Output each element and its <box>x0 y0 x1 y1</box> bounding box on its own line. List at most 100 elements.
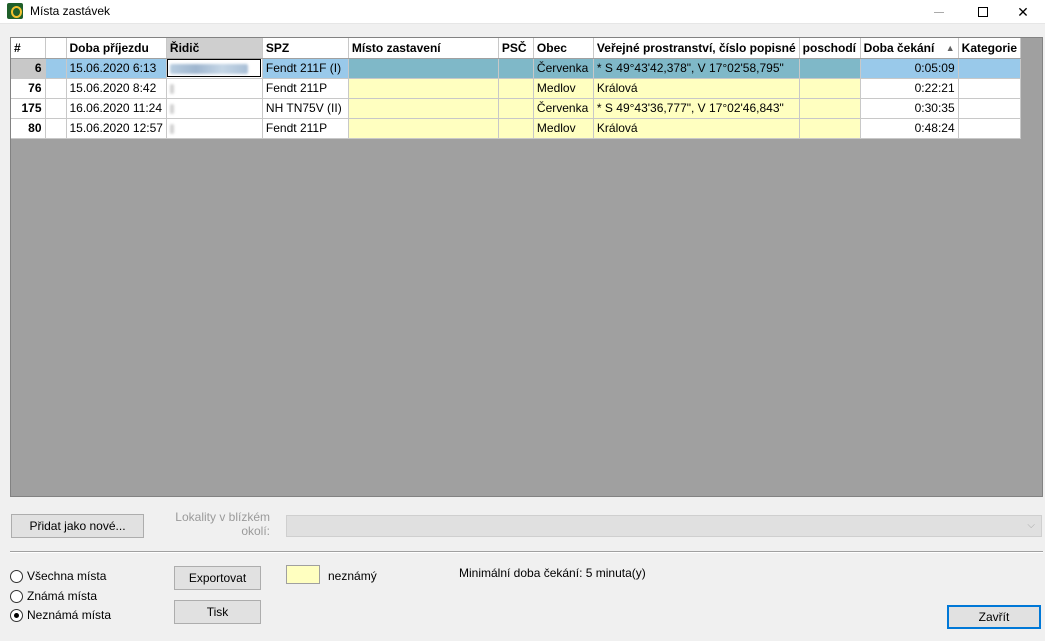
sort-ascending-icon: ▲ <box>945 42 955 53</box>
row-flag[interactable] <box>45 58 67 79</box>
floor-cell[interactable] <box>799 118 861 139</box>
driver-cell[interactable] <box>166 98 263 119</box>
public-space-cell[interactable]: Králová <box>593 78 800 99</box>
nearby-locations-label: Lokality v blízkém okolí: <box>175 510 270 538</box>
driver-cell[interactable] <box>166 78 263 99</box>
town-cell[interactable]: Medlov <box>533 118 594 139</box>
add-as-new-button[interactable]: Přidat jako nové... <box>11 514 144 538</box>
row-flag[interactable] <box>45 98 67 119</box>
nearby-locations-select[interactable]: ⌵ <box>286 515 1042 537</box>
col-header-no[interactable]: # <box>11 38 46 59</box>
category-cell[interactable] <box>958 78 1022 99</box>
table-row[interactable]: 80 15.06.2020 12:57 Fendt 211P Medlov Kr… <box>11 118 1022 139</box>
unknown-legend-label: neznámý <box>328 569 377 583</box>
radio-circle-checked <box>10 608 23 622</box>
col-header-spz[interactable]: SPZ <box>262 38 349 59</box>
floor-cell[interactable] <box>799 98 861 119</box>
minimize-button[interactable] <box>916 0 962 24</box>
place-cell[interactable] <box>348 58 499 79</box>
public-space-cell[interactable]: * S 49°43'36,777", V 17°02'46,843" <box>593 98 800 119</box>
category-cell[interactable] <box>958 58 1022 79</box>
col-header-place[interactable]: Místo zastavení <box>348 38 499 59</box>
table-row[interactable]: 6 15.06.2020 6:13 Fendt 211F (I) Červenk… <box>11 58 1022 79</box>
print-button[interactable]: Tisk <box>174 600 261 624</box>
redacted-driver-name <box>169 83 174 94</box>
chevron-down-icon: ⌵ <box>1027 520 1035 531</box>
header-row: # Doba příjezdu Řidič SPZ Místo zastaven… <box>11 38 1022 59</box>
place-cell[interactable] <box>348 78 499 99</box>
minimize-icon <box>934 11 944 13</box>
radio-circle <box>10 569 23 583</box>
separator <box>10 551 1043 553</box>
row-number: 76 <box>11 78 46 99</box>
place-cell[interactable] <box>348 118 499 139</box>
app-icon <box>7 3 23 19</box>
spz-cell[interactable]: Fendt 211P <box>262 78 349 99</box>
wait-cell[interactable]: 0:48:24 <box>860 118 959 139</box>
floor-cell[interactable] <box>799 58 861 79</box>
col-header-floor[interactable]: poschodí <box>799 38 861 59</box>
place-cell[interactable] <box>348 98 499 119</box>
col-header-psc[interactable]: PSČ <box>498 38 534 59</box>
unknown-color-swatch <box>286 565 320 584</box>
town-cell[interactable]: Červenka <box>533 58 594 79</box>
col-header-wait[interactable]: Doba čekání ▲ <box>860 38 959 59</box>
psc-cell[interactable] <box>498 98 534 119</box>
row-number: 80 <box>11 118 46 139</box>
table-row[interactable]: 175 16.06.2020 11:24 NH TN75V (II) Červe… <box>11 98 1022 119</box>
town-cell[interactable]: Medlov <box>533 78 594 99</box>
driver-cell[interactable] <box>166 118 263 139</box>
col-header-wait-label: Doba čekání <box>863 40 935 55</box>
stops-table: # Doba příjezdu Řidič SPZ Místo zastaven… <box>11 38 1022 139</box>
radio-all-places[interactable]: Všechna místa <box>10 569 106 583</box>
psc-cell[interactable] <box>498 58 534 79</box>
redacted-driver-name <box>169 63 248 74</box>
col-header-town[interactable]: Obec <box>533 38 594 59</box>
col-header-driver[interactable]: Řidič <box>166 38 263 59</box>
close-icon: ✕ <box>1017 3 1029 20</box>
wait-cell[interactable]: 0:30:35 <box>860 98 959 119</box>
close-button[interactable]: Zavřít <box>947 605 1041 629</box>
min-wait-text: Minimální doba čekání: 5 minuta(y) <box>459 566 646 580</box>
arrival-cell[interactable]: 16.06.2020 11:24 <box>66 98 167 119</box>
table-row[interactable]: 76 15.06.2020 8:42 Fendt 211P Medlov Krá… <box>11 78 1022 99</box>
spz-cell[interactable]: NH TN75V (II) <box>262 98 349 119</box>
col-header-category[interactable]: Kategorie <box>958 38 1022 59</box>
row-flag[interactable] <box>45 118 67 139</box>
arrival-cell[interactable]: 15.06.2020 8:42 <box>66 78 167 99</box>
wait-cell[interactable]: 0:05:09 <box>860 58 959 79</box>
arrival-cell[interactable]: 15.06.2020 6:13 <box>66 58 167 79</box>
public-space-cell[interactable]: * S 49°43'42,378", V 17°02'58,795" <box>593 58 800 79</box>
arrival-cell[interactable]: 15.06.2020 12:57 <box>66 118 167 139</box>
stops-grid[interactable]: # Doba příjezdu Řidič SPZ Místo zastaven… <box>10 37 1043 497</box>
psc-cell[interactable] <box>498 78 534 99</box>
category-cell[interactable] <box>958 98 1022 119</box>
row-number: 6 <box>11 58 46 79</box>
radio-known-places[interactable]: Známá místa <box>10 589 97 603</box>
psc-cell[interactable] <box>498 118 534 139</box>
floor-cell[interactable] <box>799 78 861 99</box>
row-flag[interactable] <box>45 78 67 99</box>
col-header-arrival[interactable]: Doba příjezdu <box>66 38 167 59</box>
town-cell[interactable]: Červenka <box>533 98 594 119</box>
driver-cell[interactable] <box>166 58 263 79</box>
category-cell[interactable] <box>958 118 1022 139</box>
export-button[interactable]: Exportovat <box>174 566 261 590</box>
spz-cell[interactable]: Fendt 211P <box>262 118 349 139</box>
radio-label: Neznámá místa <box>27 608 112 622</box>
maximize-icon <box>978 7 988 17</box>
radio-label: Známá místa <box>27 589 98 603</box>
public-space-cell[interactable]: Králová <box>593 118 800 139</box>
row-number: 175 <box>11 98 46 119</box>
radio-unknown-places[interactable]: Neznámá místa <box>10 608 111 622</box>
window-title: Místa zastávek <box>30 4 111 18</box>
redacted-driver-name <box>169 123 174 134</box>
title-bar: Místa zastávek ✕ <box>0 0 1045 24</box>
radio-circle <box>10 589 23 603</box>
wait-cell[interactable]: 0:22:21 <box>860 78 959 99</box>
col-header-public[interactable]: Veřejné prostranství, číslo popisné <box>593 38 800 59</box>
close-window-button[interactable]: ✕ <box>1000 0 1045 24</box>
col-header-flag[interactable] <box>45 38 67 59</box>
redacted-driver-name <box>169 103 174 114</box>
spz-cell[interactable]: Fendt 211F (I) <box>262 58 349 79</box>
